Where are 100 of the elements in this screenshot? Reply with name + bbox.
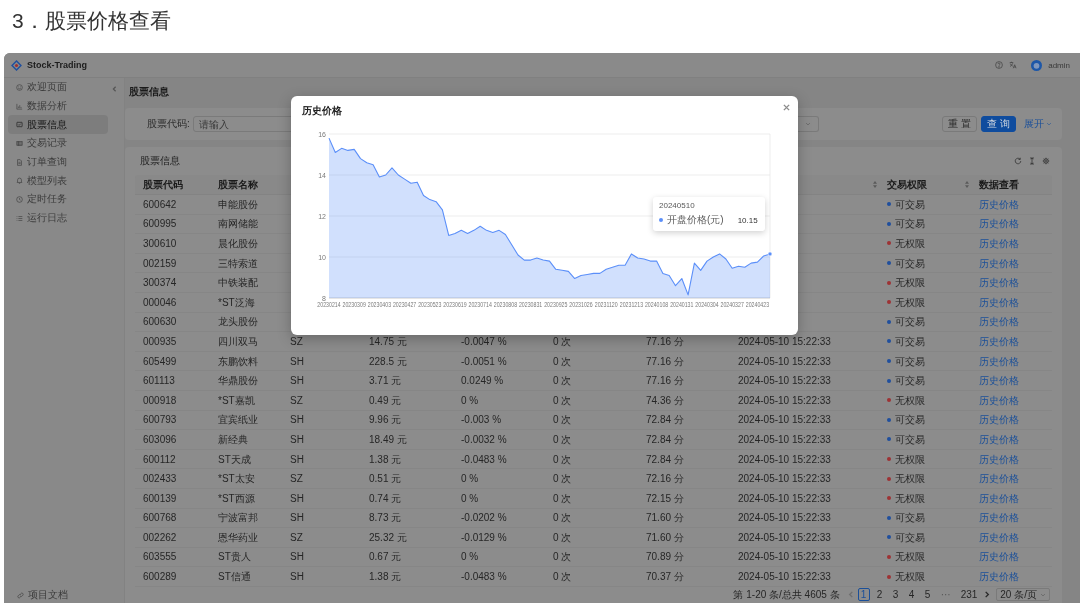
sidebar-item[interactable]: 定时任务 xyxy=(8,190,108,209)
table-cell: SH xyxy=(290,551,304,563)
table-cell: 000935 xyxy=(143,335,177,347)
table-cell: -0.0032 % xyxy=(461,433,507,445)
page-button[interactable]: 3 xyxy=(889,588,902,602)
sidebar-item[interactable]: 交易记录 xyxy=(8,134,108,153)
status-label: 无权限 xyxy=(895,473,925,485)
chevron-right-icon[interactable] xyxy=(984,591,991,599)
table-cell: SH xyxy=(290,512,304,524)
history-price-link[interactable]: 历史价格 xyxy=(979,512,1019,524)
page-title: 股票信息 xyxy=(129,85,169,99)
table-cell: 72.84 分 xyxy=(646,414,684,426)
status-label: 可交易 xyxy=(895,257,925,269)
table-cell: 72.84 分 xyxy=(646,433,684,445)
page-button[interactable]: 2 xyxy=(873,588,886,602)
chevron-down-icon xyxy=(804,121,811,127)
history-price-link[interactable]: 历史价格 xyxy=(979,473,1019,485)
history-price-link[interactable]: 历史价格 xyxy=(979,316,1019,328)
docs-link[interactable]: 项目文档 xyxy=(8,588,68,602)
table-cell: 70.37 分 xyxy=(646,571,684,583)
history-price-link[interactable]: 历史价格 xyxy=(979,257,1019,269)
table-cell: ST天成 xyxy=(218,453,251,465)
history-price-link[interactable]: 历史价格 xyxy=(979,355,1019,367)
history-price-link[interactable]: 历史价格 xyxy=(979,394,1019,406)
history-price-link[interactable]: 历史价格 xyxy=(979,238,1019,249)
table-cell: -0.0047 % xyxy=(461,335,507,347)
status-label: 无权限 xyxy=(895,492,925,504)
table-cell: 0.0249 % xyxy=(461,375,504,387)
history-price-link[interactable]: 历史价格 xyxy=(979,218,1019,230)
table-cell: 2024-05-10 15:22:33 xyxy=(738,492,831,504)
page-button[interactable]: 231 xyxy=(957,588,981,602)
status-label: 可交易 xyxy=(895,433,925,445)
table-cell: 2024-05-10 15:22:33 xyxy=(738,512,831,524)
table-cell: 2024-05-10 15:22:33 xyxy=(738,375,831,387)
history-price-link[interactable]: 历史价格 xyxy=(979,414,1019,426)
page-ellipsis[interactable]: ··· xyxy=(937,588,954,602)
history-price-link[interactable]: 历史价格 xyxy=(979,433,1019,445)
sidebar-item[interactable]: 欢迎页面 xyxy=(8,78,108,97)
help-icon[interactable] xyxy=(995,61,1004,69)
history-price-link[interactable]: 历史价格 xyxy=(979,453,1019,465)
dialog-title: 历史价格 xyxy=(302,104,342,118)
history-price-link[interactable]: 历史价格 xyxy=(979,571,1019,583)
translate-icon[interactable] xyxy=(1009,61,1018,69)
sidebar-item[interactable]: 股票信息 xyxy=(8,115,108,135)
tooltip-date: 20240510 xyxy=(659,201,696,210)
avatar-icon[interactable] xyxy=(1031,59,1043,71)
table-cell: 000918 xyxy=(143,394,177,406)
history-price-link[interactable]: 历史价格 xyxy=(979,492,1019,504)
settings-icon[interactable] xyxy=(1042,157,1050,165)
sort-icon[interactable] xyxy=(965,181,969,188)
table-cell: *ST西源 xyxy=(218,492,255,504)
table-cell: SZ xyxy=(290,473,303,485)
sidebar-item[interactable]: 运行日志 xyxy=(8,208,108,228)
page-size-select[interactable]: 20 条/页 xyxy=(996,588,1050,602)
table-cell: 603096 xyxy=(143,433,177,445)
expand-link[interactable]: 展开 xyxy=(1024,117,1052,131)
table-cell: 申能股份 xyxy=(218,198,258,210)
page-button[interactable]: 1 xyxy=(857,588,870,602)
table-cell: *ST太安 xyxy=(218,473,255,485)
close-icon[interactable] xyxy=(783,103,790,111)
history-price-link[interactable]: 历史价格 xyxy=(979,335,1019,347)
table-cell: 601113 xyxy=(143,375,175,387)
sidebar-item[interactable]: 订单查询 xyxy=(8,152,108,172)
table-cell: 74.36 分 xyxy=(646,394,684,406)
history-price-link[interactable]: 历史价格 xyxy=(979,551,1019,563)
history-price-link[interactable]: 历史价格 xyxy=(979,296,1019,308)
table-cell: 0 次 xyxy=(553,492,572,504)
table-cell: SH xyxy=(290,414,304,426)
reset-button[interactable]: 重 置 xyxy=(942,116,978,132)
status-label: 可交易 xyxy=(895,375,925,387)
table-cell: 2024-05-10 15:22:33 xyxy=(738,335,831,347)
query-button[interactable]: 查 询 xyxy=(981,116,1016,132)
history-price-link[interactable]: 历史价格 xyxy=(979,198,1019,210)
table-cell: 2024-05-10 15:22:33 xyxy=(738,473,831,485)
table-cell: 1.38 元 xyxy=(369,571,402,583)
table-cell: 77.16 分 xyxy=(646,355,684,367)
table-cell: -0.0051 % xyxy=(461,355,507,367)
chevron-left-icon[interactable] xyxy=(112,86,117,92)
bar-chart-icon xyxy=(16,102,23,110)
reload-icon[interactable] xyxy=(1014,157,1022,165)
page-button[interactable]: 4 xyxy=(905,588,918,602)
sort-icon[interactable] xyxy=(873,181,877,188)
table-cell: 2024-05-10 15:22:33 xyxy=(738,433,831,445)
status-label: 可交易 xyxy=(895,316,925,328)
column-height-icon[interactable] xyxy=(1028,157,1036,165)
table-cell: 2024-05-10 15:22:33 xyxy=(738,394,831,406)
table-cell: 0 % xyxy=(461,394,479,406)
user-name[interactable]: admin xyxy=(1048,60,1070,70)
sidebar-item[interactable]: 数据分析 xyxy=(8,96,108,116)
column-header: 交易权限 xyxy=(887,177,927,192)
table-cell: SZ xyxy=(290,531,303,543)
sidebar-item[interactable]: 模型列表 xyxy=(8,171,108,191)
table-cell: 1.38 元 xyxy=(369,453,402,465)
history-price-link[interactable]: 历史价格 xyxy=(979,531,1019,543)
table-cell: 72.16 分 xyxy=(646,473,684,485)
table-cell: 600112 xyxy=(143,453,176,465)
history-price-link[interactable]: 历史价格 xyxy=(979,277,1019,289)
table-cell: 600630 xyxy=(143,316,177,328)
page-button[interactable]: 5 xyxy=(921,588,934,602)
history-price-link[interactable]: 历史价格 xyxy=(979,375,1019,387)
